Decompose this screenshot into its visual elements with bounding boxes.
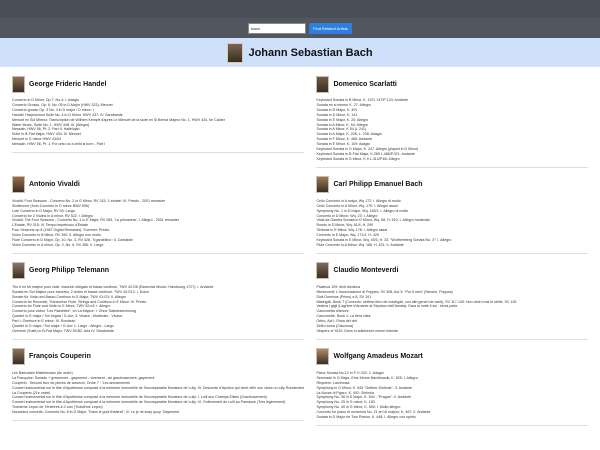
find-related-artists-button[interactable]: Find Related Artists bbox=[309, 22, 352, 34]
composer-portrait[interactable] bbox=[12, 75, 25, 93]
composer-header[interactable]: Claudio Monteverdi bbox=[316, 260, 588, 282]
composer-name[interactable]: Domenico Scarlatti bbox=[333, 81, 396, 88]
top-bar bbox=[0, 0, 600, 18]
search-input[interactable] bbox=[248, 22, 307, 34]
works-list: Les Baricades Mistérieuses (6e ordre) La … bbox=[12, 371, 304, 415]
work-item: Concert instrumental sur le titre d'Apot… bbox=[12, 385, 305, 390]
card-divider bbox=[12, 420, 305, 422]
work-item: Keyboard Sonata in D Minor, K.9 L.413/P.… bbox=[316, 156, 400, 161]
composer-card: Antonio Vivaldi Vivaldi: Four Seasons - C… bbox=[12, 168, 305, 254]
composer-header[interactable]: Domenico Scarlatti bbox=[316, 73, 588, 95]
composer-card: Domenico Scarlatti Keyboard Sonata in B M… bbox=[316, 67, 588, 168]
works-list: Cello Concerto in A major, Wq 172: I. Al… bbox=[316, 199, 588, 248]
work-item: Sonata in D Major for Two Pianos, K. 448… bbox=[316, 415, 416, 420]
card-divider bbox=[316, 424, 588, 426]
composer-name[interactable]: George Frideric Handel bbox=[29, 81, 106, 88]
composer-card: Wolfgang Amadeus Mozart Piano Sonata No.1… bbox=[316, 340, 588, 426]
work-item: Overture (Suite) in B-Flat Major, TWV 55… bbox=[12, 329, 114, 333]
works-list: Psalmus 109: dixit dominus Monteverdi: L'… bbox=[316, 285, 588, 334]
artist-portrait bbox=[227, 42, 244, 63]
related-artists-grid: George Frideric Handel Concerto in D Mino… bbox=[0, 67, 600, 426]
composer-name[interactable]: Carl Philipp Emanuel Bach bbox=[333, 181, 422, 188]
composer-card: Claudio Monteverdi Psalmus 109: dixit dom… bbox=[316, 254, 588, 340]
composer-portrait[interactable] bbox=[12, 262, 25, 280]
composer-header[interactable]: Wolfgang Amadeus Mozart bbox=[316, 346, 588, 368]
composer-header[interactable]: Carl Philipp Emanuel Bach bbox=[316, 174, 588, 196]
composer-name[interactable]: François Couperin bbox=[29, 353, 91, 360]
work-item: Flute Concerto in A Minor, Wq. 166, H. 4… bbox=[316, 242, 404, 247]
composer-portrait[interactable] bbox=[12, 176, 25, 194]
composer-card: Georg Philipp Telemann Trio II en Mi maje… bbox=[12, 254, 305, 340]
composer-portrait[interactable] bbox=[12, 348, 25, 366]
page-header: Johann Sebastian Bach bbox=[0, 38, 600, 67]
works-list: Trio II en Mi majeur pour viole, claveci… bbox=[12, 285, 304, 334]
composer-header[interactable]: George Frideric Handel bbox=[12, 73, 304, 95]
work-item: Vespers of 1610: Deus in adiutorium meum… bbox=[316, 329, 399, 333]
works-list: Piano Sonata No.12 In F, K.332: 2. Adagi… bbox=[316, 371, 588, 420]
composer-header[interactable]: François Couperin bbox=[12, 346, 304, 368]
composer-name[interactable]: Georg Philipp Telemann bbox=[29, 267, 109, 274]
composer-header[interactable]: Georg Philipp Telemann bbox=[12, 260, 304, 282]
composer-portrait[interactable] bbox=[316, 176, 330, 194]
composer-card: Carl Philipp Emanuel Bach Cello Concerto … bbox=[316, 168, 588, 254]
composer-name[interactable]: Wolfgang Amadeus Mozart bbox=[333, 353, 422, 360]
composer-name[interactable]: Antonio Vivaldi bbox=[29, 181, 80, 188]
work-item: Messiah, HWV 56, Pt. 1: For unto us a ch… bbox=[12, 142, 106, 147]
composer-portrait[interactable] bbox=[316, 348, 330, 366]
search-bar: Find Related Artists bbox=[0, 18, 600, 38]
composer-portrait[interactable] bbox=[316, 75, 330, 93]
works-list: Concerto in D Minor, Op.7, No.4: I. Adag… bbox=[12, 98, 304, 147]
composer-card: George Frideric Handel Concerto in D Mino… bbox=[12, 67, 305, 168]
card-divider bbox=[12, 152, 305, 154]
composer-name[interactable]: Claudio Monteverdi bbox=[333, 267, 398, 274]
work-item: Nouveaux concerts: Concerts No. 8 in G M… bbox=[12, 410, 180, 415]
works-list: Vivaldi: Four Seasons - Concerto No. 2 i… bbox=[12, 199, 304, 248]
composer-header[interactable]: Antonio Vivaldi bbox=[12, 174, 304, 196]
works-list: Keyboard Sonata in B Minor, K. 197L 147/… bbox=[316, 98, 588, 162]
page-title: Johann Sebastian Bach bbox=[248, 46, 373, 59]
composer-portrait[interactable] bbox=[316, 262, 330, 280]
work-item: Violin Concerto in A minor, Op. 3, No. 6… bbox=[12, 242, 104, 247]
composer-card: François Couperin Les Baricades Mistérieu… bbox=[12, 340, 305, 426]
